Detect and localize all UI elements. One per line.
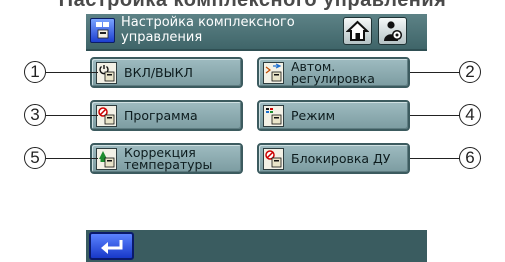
mode-button[interactable]: Режим <box>257 100 410 131</box>
page-heading: Настройка комплексного управления <box>58 0 447 11</box>
auto-regulation-label: Автом. регулировка <box>291 58 375 86</box>
callout-leader-1 <box>46 72 98 74</box>
user-settings-icon <box>384 21 403 41</box>
mode-icon <box>263 105 284 127</box>
program-button[interactable]: Программа <box>90 100 243 131</box>
power-label: ВКЛ/ВЫКЛ <box>124 64 193 80</box>
callout-4: 4 <box>459 104 481 126</box>
callout-leader-2 <box>410 72 460 74</box>
callout-3: 3 <box>24 104 46 126</box>
temp-correction-label: Коррекция температуры <box>124 144 213 172</box>
auto-regulation-icon <box>263 62 284 84</box>
callout-2: 2 <box>459 61 481 83</box>
temp-correction-button[interactable]: Коррекция температуры <box>90 143 243 174</box>
temperature-icon <box>96 148 117 170</box>
controller-screen: Настройка комплексного управления ВКЛ/ВЫ… <box>86 14 427 262</box>
bottom-bar <box>86 230 427 262</box>
remote-lock-icon <box>263 148 284 170</box>
user-settings-button[interactable] <box>378 17 407 45</box>
callout-6: 6 <box>459 147 481 169</box>
callout-leader-5 <box>46 158 98 160</box>
power-icon <box>96 62 117 84</box>
page-title: Настройка комплексного управления <box>121 15 295 45</box>
callout-leader-3 <box>46 115 98 117</box>
program-label: Программа <box>124 107 198 123</box>
program-icon <box>96 105 117 127</box>
home-button[interactable] <box>343 17 372 45</box>
home-icon <box>346 20 369 41</box>
callout-1: 1 <box>24 61 46 83</box>
callout-5: 5 <box>24 147 46 169</box>
callout-leader-6 <box>410 158 460 160</box>
title-bar: Настройка комплексного управления <box>86 14 427 51</box>
back-button[interactable] <box>89 232 134 260</box>
remote-lock-label: Блокировка ДУ <box>291 150 391 166</box>
remote-lock-button[interactable]: Блокировка ДУ <box>257 143 410 174</box>
controller-icon <box>90 18 115 43</box>
auto-regulation-button[interactable]: Автом. регулировка <box>257 57 410 88</box>
power-button[interactable]: ВКЛ/ВЫКЛ <box>90 57 243 88</box>
mode-label: Режим <box>291 107 336 123</box>
return-arrow-icon <box>101 240 123 254</box>
callout-leader-4 <box>410 115 460 117</box>
